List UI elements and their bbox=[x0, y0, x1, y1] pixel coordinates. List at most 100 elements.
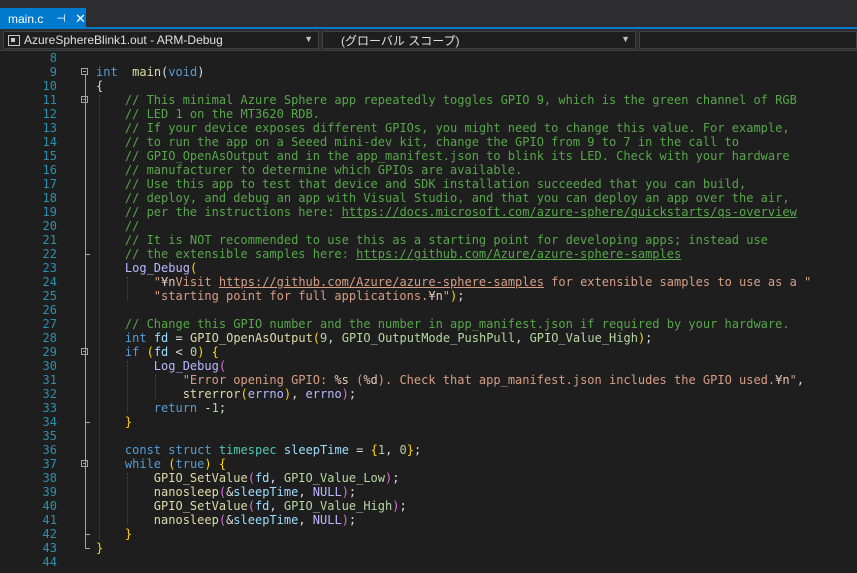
code-token: , bbox=[796, 373, 805, 387]
line-number: 44 bbox=[42, 555, 57, 569]
code-text: // per the instructions here: https://do… bbox=[96, 205, 797, 219]
code-token: "starting point for full applications. bbox=[153, 289, 429, 303]
tab-main-c[interactable]: main.c ⊣ ✕ bbox=[0, 8, 86, 29]
code-line[interactable]: 23 Log_Debug( bbox=[18, 261, 857, 275]
code-line[interactable]: 9 int main(void) bbox=[18, 65, 857, 79]
line-number: 27 bbox=[42, 317, 57, 331]
code-text: // manufacturer to determine which GPIOs… bbox=[96, 163, 522, 177]
code-line[interactable]: 11 // This minimal Azure Sphere app repe… bbox=[18, 93, 857, 107]
code-line[interactable]: 37 while (true) { bbox=[18, 457, 857, 471]
code-token: NULL bbox=[312, 513, 342, 527]
indent-guide bbox=[155, 375, 156, 399]
line-number: 12 bbox=[42, 107, 57, 121]
code-token: , bbox=[298, 485, 313, 499]
code-line[interactable]: 19 // per the instructions here: https:/… bbox=[18, 205, 857, 219]
code-line[interactable]: 33 return -1; bbox=[18, 401, 857, 415]
line-number: 32 bbox=[42, 387, 57, 401]
code-line[interactable]: 13 // If your device exposes different G… bbox=[18, 121, 857, 135]
code-line[interactable]: 14 // to run the app on a Seeed mini-dev… bbox=[18, 135, 857, 149]
code-token: // Change this GPIO number and the numbe… bbox=[124, 317, 790, 331]
code-token: ( bbox=[247, 471, 255, 485]
code-token: https://github.com/Azure/azure-sphere-sa… bbox=[218, 275, 544, 289]
line-number: 19 bbox=[42, 205, 57, 219]
code-line[interactable]: 36 const struct timespec sleepTime = {1,… bbox=[18, 443, 857, 457]
code-token: , bbox=[269, 499, 284, 513]
code-line[interactable]: 34 } bbox=[18, 415, 857, 429]
code-line[interactable]: 17 // Use this app to test that device a… bbox=[18, 177, 857, 191]
scope-dropdown[interactable]: (グローバル スコープ) ▼ bbox=[322, 31, 636, 49]
chevron-down-icon: ▼ bbox=[621, 34, 630, 44]
code-token: ( bbox=[168, 457, 176, 471]
code-token: fd bbox=[254, 499, 270, 513]
code-token: int bbox=[124, 331, 147, 345]
project-dropdown[interactable]: AzureSphereBlink1.out - ARM-Debug ▼ bbox=[3, 31, 319, 49]
code-token: " bbox=[153, 275, 162, 289]
code-editor[interactable]: 8 9 int main(void) 10{11 // This minimal Az… bbox=[18, 51, 857, 573]
code-line[interactable]: 30 Log_Debug( bbox=[18, 359, 857, 373]
code-text: { bbox=[96, 79, 103, 93]
code-line[interactable]: 21 // It is NOT recommended to use this … bbox=[18, 233, 857, 247]
code-line[interactable]: 40 GPIO_SetValue(fd, GPIO_Value_High); bbox=[18, 499, 857, 513]
code-line[interactable]: 16 // manufacturer to determine which GP… bbox=[18, 163, 857, 177]
code-line[interactable]: 38 GPIO_SetValue(fd, GPIO_Value_Low); bbox=[18, 471, 857, 485]
code-token: " bbox=[442, 289, 451, 303]
code-line[interactable]: 43} bbox=[18, 541, 857, 555]
code-text: "¥nVisit https://github.com/Azure/azure-… bbox=[96, 275, 811, 289]
code-line[interactable]: 20 // bbox=[18, 219, 857, 233]
code-line[interactable]: 8 bbox=[18, 51, 857, 65]
code-line[interactable]: 28 int fd = GPIO_OpenAsOutput(9, GPIO_Ou… bbox=[18, 331, 857, 345]
line-number: 42 bbox=[42, 527, 57, 541]
code-token: // the extensible samples here: bbox=[124, 247, 357, 261]
code-token: // to run the app on a Seeed mini-dev ki… bbox=[124, 135, 739, 149]
code-line[interactable]: 22 // the extensible samples here: https… bbox=[18, 247, 857, 261]
code-line[interactable]: 32 strerror(errno), errno); bbox=[18, 387, 857, 401]
code-text: // This minimal Azure Sphere app repeate… bbox=[96, 93, 797, 107]
code-token: // bbox=[124, 219, 140, 233]
code-line[interactable]: 27 // Change this GPIO number and the nu… bbox=[18, 317, 857, 331]
outline-bar bbox=[85, 467, 86, 534]
code-token: timespec bbox=[218, 443, 277, 457]
collapse-icon[interactable] bbox=[81, 68, 88, 75]
code-line[interactable]: 25 "starting point for full applications… bbox=[18, 289, 857, 303]
code-line[interactable]: 18 // deploy, and debug an app with Visu… bbox=[18, 191, 857, 205]
code-token: NULL bbox=[312, 485, 342, 499]
scope-label: (グローバル スコープ) bbox=[341, 33, 460, 48]
code-text: GPIO_SetValue(fd, GPIO_Value_High); bbox=[96, 499, 407, 513]
code-token: // per the instructions here: bbox=[124, 205, 342, 219]
member-dropdown[interactable] bbox=[639, 31, 857, 49]
code-text: // LED 1 on the MT3620 RDB. bbox=[96, 107, 320, 121]
pin-icon[interactable]: ⊣ bbox=[56, 12, 66, 25]
line-number: 17 bbox=[42, 177, 57, 191]
code-text: "starting point for full applications.¥n… bbox=[96, 289, 465, 303]
code-line[interactable]: 12 // LED 1 on the MT3620 RDB. bbox=[18, 107, 857, 121]
code-token: 0 bbox=[399, 443, 407, 457]
code-token: , bbox=[327, 331, 342, 345]
line-number: 34 bbox=[42, 415, 57, 429]
code-line[interactable]: 41 nanosleep(&sleepTime, NULL); bbox=[18, 513, 857, 527]
line-number: 30 bbox=[42, 359, 57, 373]
code-line[interactable]: 42 } bbox=[18, 527, 857, 541]
code-line[interactable]: 24 "¥nVisit https://github.com/Azure/azu… bbox=[18, 275, 857, 289]
code-line[interactable]: 35 bbox=[18, 429, 857, 443]
code-text: nanosleep(&sleepTime, NULL); bbox=[96, 513, 356, 527]
code-line[interactable]: 44 bbox=[18, 555, 857, 569]
code-line[interactable]: 39 nanosleep(&sleepTime, NULL); bbox=[18, 485, 857, 499]
code-line[interactable]: 15 // GPIO_OpenAsOutput and in the app_m… bbox=[18, 149, 857, 163]
close-tab-icon[interactable]: ✕ bbox=[75, 11, 86, 27]
code-line[interactable]: 31 "Error opening GPIO: %s (%d). Check t… bbox=[18, 373, 857, 387]
code-line[interactable]: 26 bbox=[18, 303, 857, 317]
line-number: 21 bbox=[42, 233, 57, 247]
code-line[interactable]: 29 if (fd < 0) { bbox=[18, 345, 857, 359]
code-line[interactable]: 10 { bbox=[18, 79, 857, 93]
